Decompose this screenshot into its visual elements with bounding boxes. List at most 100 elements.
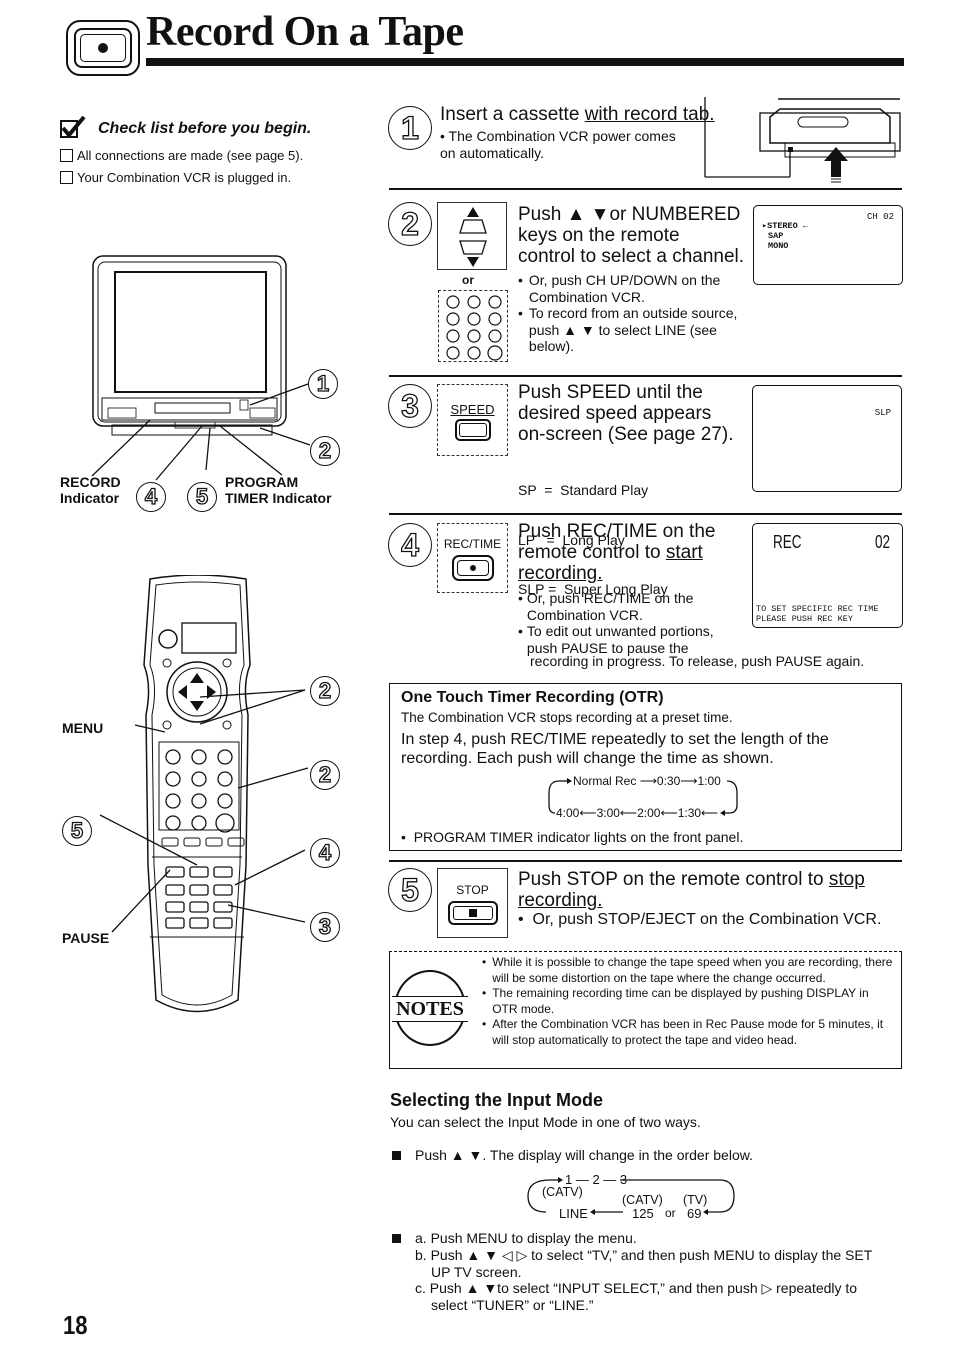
screen-message: TO SET SPECIFIC REC TIME PLEASE PUSH REC… (756, 604, 878, 624)
checklist-title: Check list before you begin. (98, 120, 312, 137)
channel-screen: CH 02 ▸STEREO ← SAP MONO (753, 205, 903, 285)
label-line: PROGRAM (225, 474, 299, 490)
divider (389, 513, 902, 515)
callout-4-rectime: 4 (310, 838, 340, 868)
page-number: 18 (63, 1310, 88, 1340)
bullet-text: To edit out unwanted portions, push PAUS… (526, 623, 714, 656)
callout-1: 1 (308, 369, 338, 399)
cycle-step: Normal Rec (573, 774, 637, 788)
title-line: Push REC/TIME on the (518, 521, 716, 542)
checklist-item: All connections are made (see page 5). (60, 148, 303, 163)
divider (389, 188, 902, 190)
callout-4: 4 (136, 482, 166, 512)
bullet-text: To record from an outside source, push ▲… (528, 305, 738, 354)
rec-time-key: REC/TIME (437, 523, 508, 593)
note-item: After the Combination VCR has been in Re… (492, 1017, 884, 1047)
step-5-title: Push STOP on the remote control to stop … (518, 869, 898, 911)
notes-label: NOTES (392, 996, 468, 1022)
note-item: While it is possible to change the tape … (492, 955, 893, 985)
title-line: keys on the remote (518, 225, 680, 246)
audio-option: SAP (768, 231, 784, 241)
title-line: on-screen (See page 27). (518, 424, 734, 445)
record-indicator-label: RECORD Indicator (60, 474, 121, 506)
bullet-text: Or, push REC/TIME on the Combination VCR… (526, 590, 694, 623)
otr-cycle-top: Normal Rec ⟶0:30⟶1:00 (573, 774, 721, 788)
audio-option: MONO (768, 241, 789, 251)
up-down-arrow-icon (459, 207, 487, 267)
checkmark-icon (60, 116, 86, 138)
method-text: Push ▲ ▼. The display will change in the… (415, 1147, 753, 1163)
callout-2-arrows: 2 (310, 676, 340, 706)
otr-cycle-bottom: 4:00⟵3:00⟵2:00⟵1:30⟵ (556, 806, 719, 820)
note-text: PROGRAM TIMER indicator lights on the fr… (413, 829, 744, 845)
otr-subtitle: The Combination VCR stops recording at a… (401, 710, 733, 725)
method-step: b. Push ▲ ▼ ◁ ▷ to select “TV,” and then… (415, 1246, 873, 1280)
audio-options: ▸STEREO ← SAP MONO (762, 221, 808, 251)
step-2-number: 2 (388, 202, 432, 246)
pause-label: PAUSE (62, 930, 110, 946)
callout-5-stop: 5 (62, 816, 92, 846)
input-cycle-catv-right: (CATV) (622, 1193, 663, 1207)
input-cycle-or: or (665, 1206, 676, 1220)
otr-title: One Touch Timer Recording (OTR) (401, 689, 664, 706)
cycle-step: 1:30 (677, 806, 702, 820)
speed-key: SPEED (437, 384, 508, 456)
checkbox-icon (60, 149, 73, 162)
title-text: Push STOP on the remote control to (518, 869, 829, 890)
numbered-keypad (438, 290, 508, 362)
callout-2-numbers: 2 (310, 760, 340, 790)
step-3-number: 3 (388, 384, 432, 428)
remote-callout-lines (99, 689, 309, 933)
screen-speed-mode: SLP (874, 408, 891, 418)
screen-rec-status: REC (773, 532, 802, 552)
bullet-text: The Combination VCR power comes on autom… (440, 128, 676, 161)
checklist-item: Your Combination VCR is plugged in. (60, 170, 291, 185)
input-cycle-line: LINE (559, 1206, 588, 1221)
notes-list: • While it is possible to change the tape… (482, 955, 897, 1048)
cycle-step: 3:00 (596, 806, 620, 820)
callout-2: 2 (310, 436, 340, 466)
input-cycle-catv-left: (CATV) (542, 1185, 583, 1199)
label-line: RECORD (60, 474, 121, 490)
bullet-text: Or, push CH UP/DOWN on the Combination V… (528, 272, 721, 305)
callout-3-speed: 3 (310, 912, 340, 942)
title-line: desired speed appears (518, 403, 712, 424)
label-line: TIMER Indicator (225, 490, 332, 506)
input-mode-title: Selecting the Input Mode (390, 1090, 604, 1110)
input-cycle-69: 69 (687, 1206, 702, 1221)
label-line: Indicator (60, 490, 120, 506)
or-label: or (462, 273, 474, 287)
speed-button-icon (455, 419, 491, 441)
menu-label: MENU (62, 720, 104, 736)
step-4-continuation: recording in progress. To release, push … (530, 653, 865, 669)
step-title-text: Insert a cassette (440, 104, 585, 125)
step-1-title: Insert a cassette with record tab. (440, 104, 715, 125)
method-step: c. Push ▲ ▼to select “INPUT SELECT,” and… (415, 1280, 858, 1314)
input-cycle-tv: (TV) (683, 1193, 708, 1207)
tv-callout-lines (91, 383, 311, 481)
title-line: Push SPEED until the (518, 382, 703, 403)
checkbox-icon (60, 171, 73, 184)
step-2-bullets: • Or, push CH UP/DOWN on the Combination … (518, 272, 756, 355)
message-line: PLEASE PUSH REC KEY (756, 614, 853, 624)
step-4-bullets: • Or, push REC/TIME on the Combination VC… (518, 590, 738, 656)
title-underlined: recording. (518, 890, 603, 911)
speed-screen: SLP (752, 385, 902, 492)
step-4-number: 4 (388, 523, 432, 567)
step-5-number: 5 (388, 868, 432, 912)
screen-rec-channel: 02 (874, 532, 890, 552)
square-bullet-icon (392, 1150, 401, 1160)
stop-button-icon (448, 901, 498, 925)
cycle-step: 0:30 (656, 774, 681, 788)
step-4-title: Push REC/TIME on the remote control to s… (518, 521, 715, 584)
otr-body: In step 4, push REC/TIME repeatedly to s… (401, 731, 829, 767)
record-icon (66, 20, 140, 76)
rec-time-key-label: REC/TIME (443, 537, 502, 551)
note-item: The remaining recording time can be disp… (492, 986, 869, 1016)
title-underlined: stop (828, 869, 865, 890)
bullet-text: Or, push STOP/EJECT on the Combination V… (532, 911, 882, 928)
stop-key-label: STOP (456, 883, 489, 897)
callout-5: 5 (187, 482, 217, 512)
divider (389, 375, 902, 377)
step-5-bullet: • Or, push STOP/EJECT on the Combination… (518, 911, 882, 928)
